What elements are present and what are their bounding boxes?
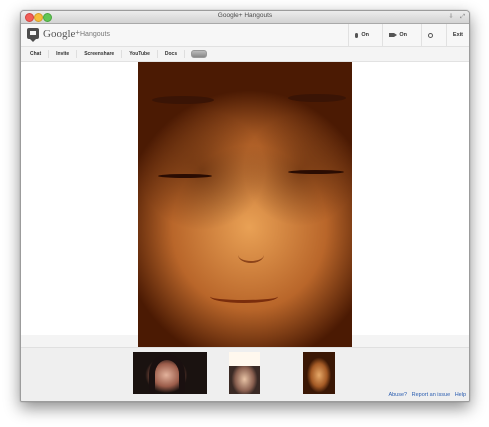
abuse-link[interactable]: Abuse? [388,392,407,398]
settings-button[interactable] [421,24,439,46]
more-apps-icon[interactable] [191,50,208,58]
youtube-button[interactable]: YouTube [122,50,158,58]
app-window: Google+ Hangouts ⇩ ⤢ Google+ Hangouts On… [20,10,470,402]
camera-icon [389,33,398,37]
product-name: Hangouts [80,31,110,38]
microphone-icon [355,32,359,38]
video-detail [288,170,344,174]
participant-filmstrip: Abuse? Report an issue Help [21,347,469,401]
microphone-state: On [361,32,369,38]
chat-button[interactable]: Chat [23,50,50,58]
report-issue-link[interactable]: Report an issue [412,392,451,398]
window-title: Google+ Hangouts [217,12,273,19]
fullscreen-icon[interactable]: ⤢ [460,14,465,20]
hangouts-logo-icon [27,28,39,42]
exit-button[interactable]: Exit [445,24,469,46]
app-toolbar: Chat Invite Screenshare YouTube Docs [21,47,469,62]
titlebar-controls: ⇩ ⤢ [443,13,465,21]
help-link[interactable]: Help [455,392,466,398]
participant-thumbnail[interactable] [229,352,260,394]
footer-links: Abuse? Report an issue Help [385,392,466,398]
video-detail [149,354,185,394]
screenshare-button[interactable]: Screenshare [77,50,123,58]
docs-button[interactable]: Docs [158,50,186,58]
invite-button[interactable]: Invite [49,50,78,58]
exit-label: Exit [452,32,463,38]
video-detail [288,94,346,102]
participant-thumbnail[interactable] [133,352,207,394]
video-detail [238,247,264,263]
video-detail [158,174,212,178]
participant-thumbnail[interactable] [303,352,335,394]
camera-state: On [399,32,407,38]
camera-toggle[interactable]: On [382,24,413,46]
hangout-header: Google+ Hangouts On On Exit [21,24,469,47]
microphone-toggle[interactable]: On [348,24,375,46]
main-video-feed[interactable] [138,62,352,347]
download-icon[interactable]: ⇩ [448,14,453,20]
video-detail [229,352,260,366]
video-detail [152,96,214,104]
gear-icon [428,32,433,38]
video-stage [21,62,469,347]
video-detail [210,290,278,303]
window-titlebar: Google+ Hangouts ⇩ ⤢ [21,11,469,24]
google-plus-logo: Google+ [43,28,80,40]
